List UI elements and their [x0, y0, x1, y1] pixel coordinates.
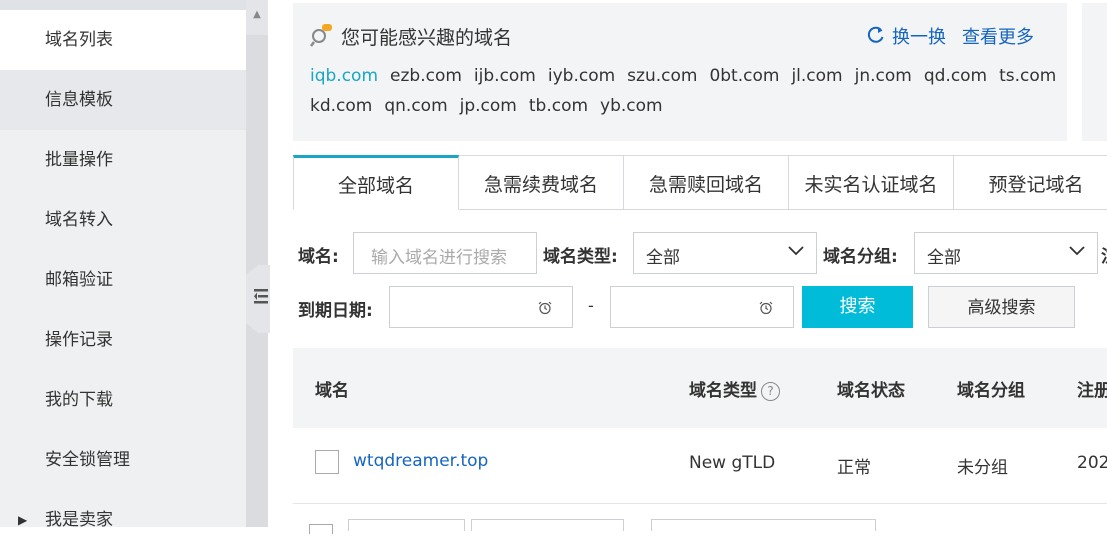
side-panel [1082, 3, 1107, 141]
suggested-domain-link[interactable]: jn.com [855, 66, 912, 86]
suggested-domain-link[interactable]: qd.com [924, 66, 987, 86]
sidebar-item-seller[interactable]: ▶ 我是卖家 [0, 490, 246, 550]
sidebar-item-label: 信息模板 [45, 90, 113, 110]
sidebar-item-email-verify[interactable]: 邮箱验证 [0, 250, 246, 310]
tab-renew-urgent[interactable]: 急需续费域名 [459, 155, 624, 210]
type-filter-label: 域名类型: [543, 247, 618, 267]
extra-filter-label: 注 [1101, 242, 1107, 267]
tab-preregistered[interactable]: 预登记域名 [954, 155, 1107, 210]
sidebar-item-label: 我是卖家 [45, 510, 113, 530]
domain-group-cell: 未分组 [957, 458, 1008, 478]
domain-group-value: 全部 [927, 248, 961, 268]
domain-type-select[interactable]: 全部 [633, 232, 817, 274]
suggest-title: 您可能感兴趣的域名 [341, 27, 513, 49]
sidebar-item-domain-transfer[interactable]: 域名转入 [0, 190, 246, 250]
table-row: wtqdreamer.top New gTLD 正常 未分组 202 [293, 428, 1107, 504]
tab-redeem-urgent[interactable]: 急需赎回域名 [624, 155, 789, 210]
refresh-icon[interactable] [866, 25, 886, 45]
sidebar-item-label: 域名转入 [45, 210, 113, 230]
column-header-type-label: 域名类型 [689, 381, 757, 401]
batch-action-select[interactable] [651, 519, 876, 531]
expire-start-date-input[interactable] [389, 286, 573, 328]
sidebar-item-label: 安全锁管理 [45, 450, 130, 470]
sidebar-scrollbar[interactable]: ▲ [246, 0, 268, 527]
suggested-domain-link[interactable]: szu.com [627, 66, 697, 86]
tab-all-domains[interactable]: 全部域名 [293, 155, 459, 210]
domain-type-value: 全部 [646, 248, 680, 268]
suggested-domain-link[interactable]: jl.com [791, 66, 842, 86]
suggested-domain-list: iqb.com ezb.com ijb.com iyb.com szu.com 0bt.c… [310, 61, 1056, 121]
sidebar-top-bar [0, 0, 246, 10]
sidebar-item-label: 批量操作 [45, 150, 113, 170]
view-more-link[interactable]: 查看更多 [962, 23, 1034, 49]
suggested-domain-link[interactable]: ts.com [999, 66, 1056, 86]
column-header-registration: 注册 [1077, 381, 1107, 401]
search-button[interactable]: 搜索 [802, 286, 913, 328]
expand-arrow-icon: ▶ [18, 513, 28, 527]
collapse-sidebar-toggle[interactable] [246, 265, 270, 333]
suggested-domain-link[interactable]: yb.com [600, 96, 663, 116]
suggested-domain-link[interactable]: kd.com [310, 96, 372, 116]
suggested-domain-link[interactable]: 0bt.com [709, 66, 779, 86]
date-range-separator: - [588, 296, 594, 315]
expire-date-label: 到期日期: [298, 301, 373, 321]
domain-filter-label: 域名: [298, 247, 339, 267]
domain-type-cell: New gTLD [689, 453, 776, 473]
sidebar-item-operation-log[interactable]: 操作记录 [0, 310, 246, 370]
help-icon[interactable]: ? [761, 382, 780, 401]
column-header-domain: 域名 [315, 381, 349, 401]
suggested-domain-link[interactable]: tb.com [529, 96, 588, 116]
domain-search-placeholder: 输入域名进行搜索 [371, 248, 507, 268]
alarm-clock-icon [759, 301, 773, 315]
domain-search-input[interactable]: 输入域名进行搜索 [353, 232, 537, 274]
sidebar-item-label: 操作记录 [45, 330, 113, 350]
domain-tabs: 全部域名 急需续费域名 急需赎回域名 未实名认证域名 预登记域名 [293, 155, 1107, 210]
advanced-search-button[interactable]: 高级搜索 [928, 286, 1075, 328]
domain-group-select[interactable]: 全部 [914, 232, 1098, 274]
column-header-status: 域名状态 [837, 381, 905, 401]
chevron-down-icon [788, 246, 804, 256]
batch-action-button[interactable] [348, 519, 465, 531]
sidebar-item-batch-operation[interactable]: 批量操作 [0, 130, 246, 190]
group-filter-label: 域名分组: [823, 247, 898, 267]
column-header-group: 域名分组 [957, 381, 1025, 401]
domain-name-link[interactable]: wtqdreamer.top [353, 451, 488, 471]
domain-table-header: 域名 域名类型? 域名状态 域名分组 注册 [293, 348, 1107, 428]
swap-button[interactable]: 换一换 [892, 23, 946, 49]
suggested-domains-panel: 您可能感兴趣的域名 换一换 查看更多 iqb.com ezb.com ijb.com… [293, 3, 1067, 141]
suggested-domain-link[interactable]: jp.com [460, 96, 517, 116]
sidebar-item-label: 域名列表 [45, 30, 113, 50]
sidebar-item-security-lock[interactable]: 安全锁管理 [0, 430, 246, 490]
sidebar-item-my-downloads[interactable]: 我的下载 [0, 370, 246, 430]
scroll-up-arrow-icon[interactable]: ▲ [246, 0, 268, 30]
sidebar-item-label: 邮箱验证 [45, 270, 113, 290]
batch-action-button[interactable] [471, 519, 624, 531]
sidebar: 域名列表 信息模板 批量操作 域名转入 邮箱验证 操作记录 我的下载 安全锁管理… [0, 0, 246, 530]
row-checkbox[interactable] [315, 450, 339, 474]
domain-status-cell: 正常 [837, 458, 871, 478]
suggested-domain-link[interactable]: ezb.com [390, 66, 462, 86]
sidebar-item-info-template[interactable]: 信息模板 [0, 70, 246, 130]
collapse-sidebar-icon [246, 265, 270, 333]
suggested-domain-link[interactable]: ijb.com [474, 66, 536, 86]
select-all-checkbox[interactable] [309, 524, 333, 534]
registration-date-cell: 202 [1077, 453, 1107, 473]
chevron-down-icon [1069, 246, 1085, 256]
sidebar-item-label: 我的下载 [45, 390, 113, 410]
batch-action-bar [293, 504, 1107, 534]
suggested-domain-link[interactable]: iyb.com [548, 66, 615, 86]
tab-unverified[interactable]: 未实名认证域名 [789, 155, 954, 210]
sidebar-item-domain-list[interactable]: 域名列表 [0, 10, 246, 70]
domain-name-text[interactable]: wtqdreamer.top [353, 451, 488, 471]
expire-end-date-input[interactable] [610, 286, 794, 328]
column-header-type: 域名类型? [689, 376, 780, 401]
suggested-domain-link[interactable]: qn.com [384, 96, 447, 116]
alarm-clock-icon [538, 301, 552, 315]
search-suggest-icon [310, 24, 332, 47]
suggested-domain-link[interactable]: iqb.com [310, 66, 378, 86]
